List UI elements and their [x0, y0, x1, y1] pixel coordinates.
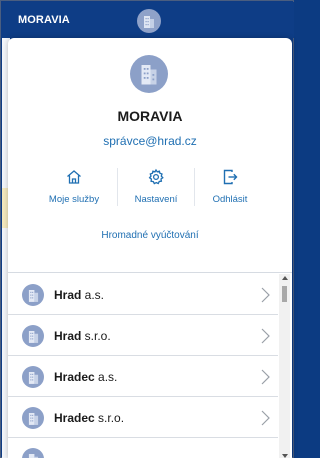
- my-services-label: Moje služby: [48, 194, 100, 205]
- list-item[interactable]: Hradec a.s.: [8, 357, 278, 397]
- company-list: Hrad a.s. Hrad s.r.o. Hradec a.s. Hradec…: [8, 272, 292, 458]
- chevron-right-icon: [260, 410, 270, 431]
- list-item[interactable]: Hradec s.r.o.: [8, 398, 278, 438]
- logout-button[interactable]: Odhlásit: [183, 166, 277, 210]
- logout-label: Odhlásit: [212, 194, 248, 205]
- building-icon: [22, 448, 44, 458]
- list-scrollbar[interactable]: [279, 274, 290, 458]
- building-icon: [22, 325, 44, 347]
- building-icon: [22, 284, 44, 306]
- bulk-billing-link[interactable]: Hromadné vyúčtování: [8, 230, 292, 241]
- divider: [117, 168, 118, 206]
- top-bar: MORAVIA: [2, 2, 294, 38]
- company-name: Hradec a.s.: [54, 370, 118, 384]
- chevron-right-icon: [260, 369, 270, 390]
- divider: [194, 168, 195, 206]
- building-icon: [141, 65, 157, 85]
- list-item[interactable]: Hrad a.s.: [8, 275, 278, 315]
- home-icon: [27, 168, 121, 190]
- chevron-right-icon: [260, 328, 270, 349]
- scrollbar-thumb[interactable]: [282, 286, 287, 302]
- scroll-down-arrow-icon[interactable]: [282, 454, 288, 458]
- company-name: Hrad a.s.: [54, 288, 105, 302]
- account-dropdown-panel: MORAVIA správce@hrad.cz Moje služby Nast…: [8, 38, 292, 458]
- profile-avatar: [130, 55, 168, 93]
- app-window: MORAVIA MORAVIA správce@hrad.cz Moje slu…: [0, 0, 294, 458]
- building-icon: [22, 366, 44, 388]
- account-avatar-button[interactable]: [137, 9, 161, 33]
- profile-name: MORAVIA: [117, 108, 183, 124]
- logout-icon: [183, 168, 277, 190]
- chevron-right-icon: [260, 287, 270, 308]
- my-services-button[interactable]: Moje služby: [27, 166, 121, 210]
- profile-email: správce@hrad.cz: [103, 134, 197, 148]
- building-icon: [144, 16, 154, 28]
- list-item[interactable]: Hrad s.r.o.: [8, 316, 278, 356]
- list-item[interactable]: [8, 439, 278, 458]
- company-name: Hrad s.r.o.: [54, 329, 111, 343]
- scroll-up-arrow-icon[interactable]: [282, 276, 288, 280]
- building-icon: [22, 407, 44, 429]
- account-actions: Moje služby Nastavení Odhlásit: [8, 166, 292, 210]
- topbar-title: MORAVIA: [18, 14, 70, 26]
- company-name: Hradec s.r.o.: [54, 411, 125, 425]
